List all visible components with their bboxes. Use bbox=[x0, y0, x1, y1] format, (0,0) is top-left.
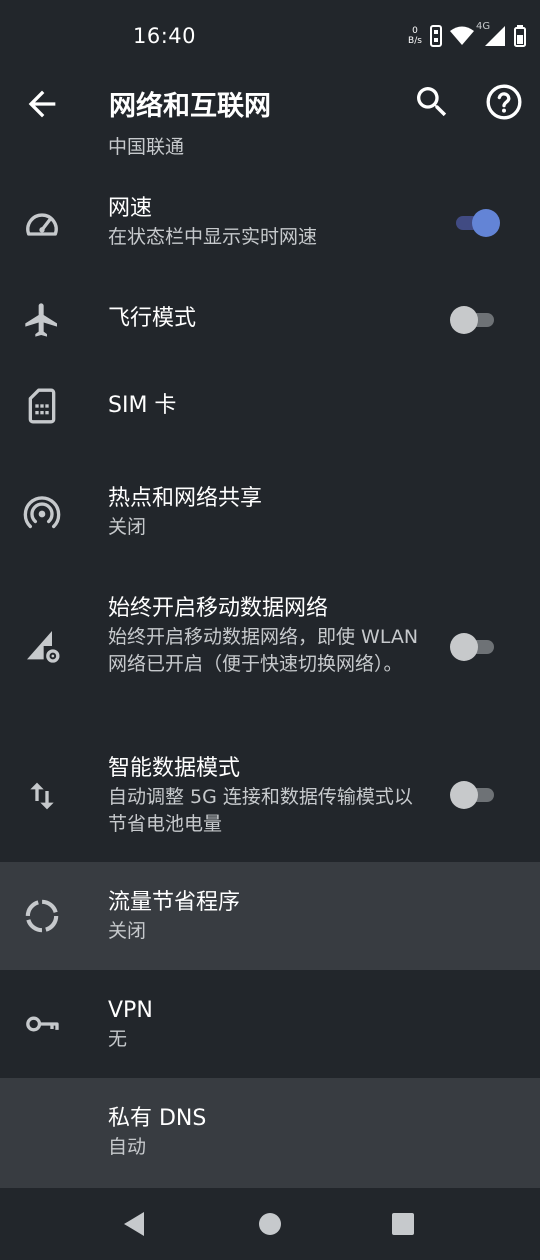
list-item-subtitle: 自动调整 5G 连接和数据传输模式以节省电池电量 bbox=[108, 786, 413, 835]
status-bar: 16:40 0 B/s 4G bbox=[0, 0, 540, 72]
help-button[interactable] bbox=[484, 82, 524, 122]
net-speed-unit: B/s bbox=[408, 36, 422, 46]
list-item-title: 热点和网络共享 bbox=[108, 486, 263, 511]
navigation-bar bbox=[0, 1188, 540, 1260]
speedometer-icon bbox=[26, 213, 58, 236]
list-item-title: SIM 卡 bbox=[108, 393, 177, 418]
list-item-airplane-mode[interactable]: 飞行模式 bbox=[0, 276, 540, 364]
list-item-net-speed[interactable]: 网速 在状态栏中显示实时网速 bbox=[0, 170, 540, 276]
app-bar: 网络和互联网 bbox=[0, 72, 540, 134]
list-item-subtitle: 始终开启移动数据网络，即使 WLAN 网络已开启（便于快速切换网络）。 bbox=[108, 626, 419, 675]
list-item-sim-card[interactable]: SIM 卡 bbox=[0, 364, 540, 452]
list-item-title: 智能数据模式 bbox=[108, 756, 241, 781]
list-item-private-dns[interactable]: 私有 DNS 自动 bbox=[0, 1078, 540, 1188]
swap-arrows-icon bbox=[30, 782, 54, 810]
list-item-title: 流量节省程序 bbox=[108, 890, 241, 915]
always-on-mobile-data-toggle[interactable] bbox=[450, 630, 500, 664]
net-speed-indicator: 0 B/s bbox=[408, 26, 422, 46]
hotspot-icon bbox=[23, 496, 61, 529]
list-item-data-saver[interactable]: 流量节省程序 关闭 bbox=[0, 862, 540, 970]
wifi-icon bbox=[450, 26, 474, 45]
list-item-subtitle: 在状态栏中显示实时网速 bbox=[108, 226, 318, 248]
hd-icon bbox=[430, 25, 442, 47]
list-item-subtitle: 无 bbox=[108, 1028, 128, 1050]
list-item-smart-data-mode[interactable]: 智能数据模式 自动调整 5G 连接和数据传输模式以节省电池电量 bbox=[0, 730, 540, 860]
list-item-title: 网速 bbox=[108, 196, 153, 221]
nav-home-button[interactable] bbox=[254, 1208, 286, 1240]
nav-back-icon bbox=[124, 1212, 144, 1236]
battery-icon bbox=[514, 25, 526, 47]
toggle-knob bbox=[472, 209, 500, 237]
list-item-title: 私有 DNS bbox=[108, 1106, 207, 1131]
status-icons: 0 B/s 4G bbox=[408, 21, 526, 48]
nav-home-icon bbox=[259, 1213, 281, 1235]
list-item-mobile-network[interactable]: 中国联通 bbox=[0, 134, 540, 170]
list-item-subtitle: 自动 bbox=[108, 1136, 147, 1158]
list-item-subtitle: 关闭 bbox=[108, 516, 147, 538]
list-item-title: VPN bbox=[108, 998, 153, 1023]
list-item-subtitle: 中国联通 bbox=[108, 136, 185, 158]
back-button[interactable] bbox=[22, 84, 62, 124]
list-item-title: 始终开启移动数据网络 bbox=[108, 596, 329, 621]
list-item-hotspot[interactable]: 热点和网络共享 关闭 bbox=[0, 452, 540, 570]
list-item-title: 飞行模式 bbox=[108, 306, 197, 331]
status-time: 16:40 bbox=[133, 24, 197, 48]
key-icon bbox=[26, 1016, 59, 1032]
nav-back-button[interactable] bbox=[118, 1208, 150, 1240]
nav-recents-icon bbox=[392, 1213, 414, 1235]
airplane-mode-toggle[interactable] bbox=[450, 303, 500, 337]
airplane-icon bbox=[25, 303, 57, 337]
search-button[interactable] bbox=[412, 82, 452, 122]
toggle-knob bbox=[450, 633, 478, 661]
net-speed-toggle[interactable] bbox=[450, 206, 500, 240]
toggle-knob bbox=[450, 781, 478, 809]
page-title: 网络和互联网 bbox=[109, 91, 271, 122]
list-item-vpn[interactable]: VPN 无 bbox=[0, 970, 540, 1078]
data-saver-icon bbox=[25, 899, 59, 933]
settings-list: 中国联通 网速 在状态栏中显示实时网速 飞行模式 SIM 卡 热点和网络共享 关… bbox=[0, 134, 540, 1188]
smart-data-mode-toggle[interactable] bbox=[450, 778, 500, 812]
list-item-always-on-mobile-data[interactable]: 始终开启移动数据网络 始终开启移动数据网络，即使 WLAN 网络已开启（便于快速… bbox=[0, 570, 540, 730]
nav-recents-button[interactable] bbox=[387, 1208, 419, 1240]
search-icon bbox=[417, 87, 447, 117]
sim-card-icon bbox=[28, 388, 56, 424]
help-icon bbox=[486, 84, 522, 120]
mobile-data-settings-icon bbox=[27, 631, 60, 663]
list-item-subtitle: 关闭 bbox=[108, 920, 147, 942]
arrow-back-icon bbox=[28, 90, 56, 118]
toggle-knob bbox=[450, 306, 478, 334]
cell-signal: 4G bbox=[476, 21, 506, 47]
cell-signal-icon bbox=[485, 26, 505, 46]
net-speed-value: 0 bbox=[412, 26, 418, 36]
